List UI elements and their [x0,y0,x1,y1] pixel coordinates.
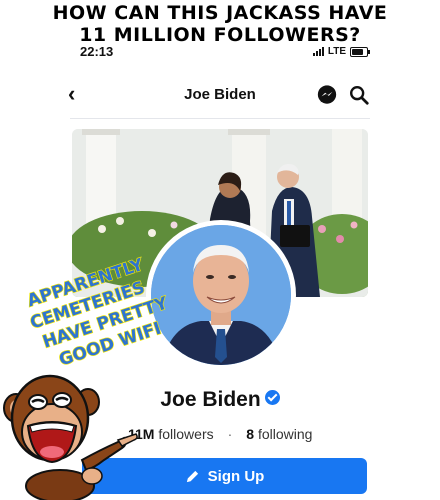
signal-icon [312,47,324,56]
battery-icon [350,46,370,57]
network-label: LTE [327,46,346,57]
profile-nav-bar: ‹ Joe Biden [60,78,380,114]
followers-stat[interactable]: 11M followers [128,426,214,442]
laughing-monkey-cartoon [3,374,138,500]
meme-caption-line-2: 11 MILLION FOLLOWERS? [79,24,361,46]
profile-name-text: Joe Biden [160,388,261,411]
nav-actions [316,84,370,106]
stats-separator: · [227,426,233,442]
profile-stats: 11M followers · 8 following [128,426,312,442]
pencil-icon [186,470,198,482]
meme-caption-line-1: HOW CAN THIS JACKASS HAVE [52,2,388,24]
meme-caption: HOW CAN THIS JACKASS HAVE 11 MILLION FOL… [0,2,440,46]
status-time: 22:13 [80,44,114,59]
following-label: following [257,426,313,442]
messenger-icon[interactable] [316,84,338,106]
meme-overlay-text: APPARENTLY CEMETERIES HAVE PRETTY GOOD W… [24,254,171,371]
following-count: 8 [246,426,255,442]
signup-label: Sign Up [207,467,265,485]
followers-label: followers [158,426,214,442]
following-stat[interactable]: 8 following [246,426,312,442]
status-bar: 22:13 LTE [0,44,440,62]
verified-badge-icon [264,390,280,405]
nav-divider [70,118,370,119]
status-indicators: LTE [312,46,370,57]
search-icon[interactable] [348,84,370,106]
